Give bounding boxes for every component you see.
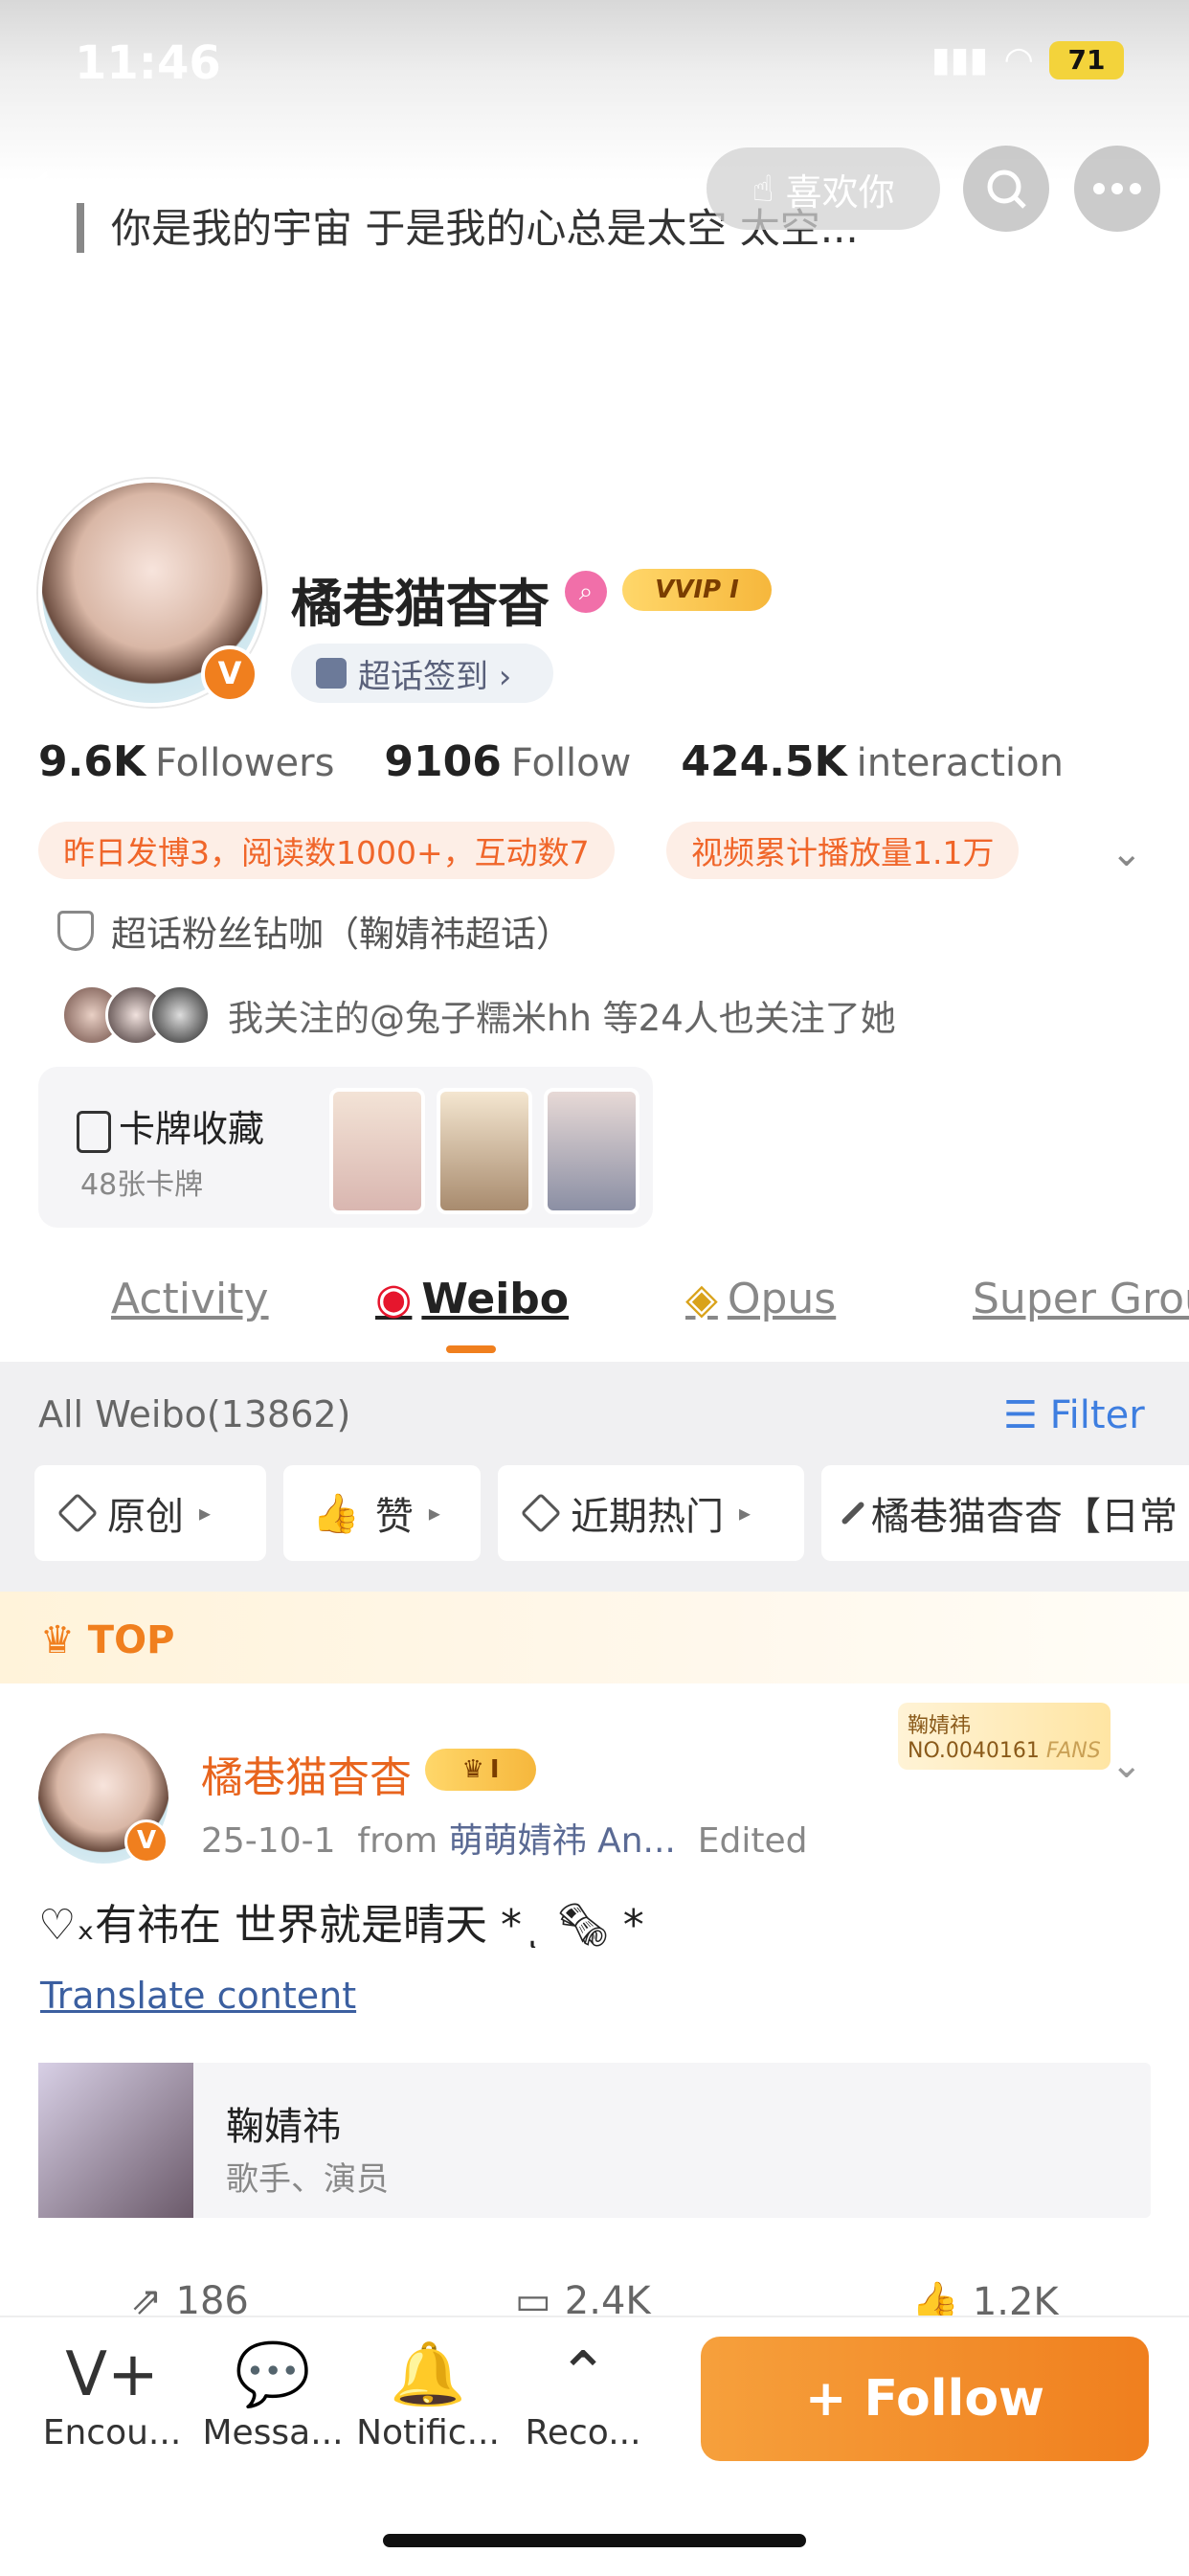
post-vip-badge: ♛ I [425, 1749, 536, 1791]
caret-icon: ▸ [199, 1500, 212, 1526]
message-icon: 💬 [235, 2339, 311, 2410]
fans-badge[interactable]: 鞠婧祎 NO.0040161 FANS [898, 1703, 1110, 1770]
battery-indicator: 71 [1049, 40, 1124, 79]
expand-chevron-icon[interactable]: ⌄ [1110, 831, 1143, 875]
filter-icon: ☰ [1003, 1393, 1050, 1437]
signal-icon: ▮▮▮ [931, 40, 989, 79]
caret-icon: ▸ [428, 1500, 440, 1526]
opus-icon: ◈ [685, 1275, 718, 1323]
status-time: 11:46 [75, 36, 221, 90]
checkin-label: 超话签到 › [358, 657, 512, 696]
card-collection-count: 48张卡牌 [80, 1168, 204, 1202]
vip-badge[interactable]: VVIP I [622, 569, 772, 611]
bell-icon: 🔔 [390, 2339, 466, 2410]
fan-level-row[interactable]: 超话粉丝钻咖（鞠婧祎超话） [57, 905, 572, 957]
activity-tag[interactable]: 昨日发博3，阅读数1000+，互动数7 [38, 822, 615, 879]
weibo-logo-icon: ◉ [375, 1275, 413, 1323]
shield-icon [57, 911, 94, 951]
topic-title: 鞠婧祎 [226, 2105, 341, 2149]
tab-super-group[interactable]: Super Grou [973, 1275, 1189, 1323]
post-text: ♡ₓ有祎在 世界就是晴天 *ͺ 🗞 * [38, 1901, 644, 1950]
follow-stat[interactable]: 9106 Follow [384, 737, 631, 786]
search-button[interactable] [963, 146, 1049, 232]
all-weibo-count: All Weibo(13862) [38, 1393, 351, 1435]
verified-badge: V [124, 1819, 168, 1864]
post-author[interactable]: 橘巷猫杳杳 [201, 1743, 412, 1804]
post-source[interactable]: 萌萌婧祎 An... [449, 1821, 676, 1861]
topic-subtitle: 歌手、演员 [226, 2160, 389, 2199]
caret-icon: ▸ [739, 1500, 752, 1526]
wifi-icon: ◠ [1005, 40, 1032, 79]
chip-daily[interactable]: 橘巷猫杳杳【日常 [821, 1465, 1189, 1561]
back-button[interactable]: ‹ [27, 148, 84, 215]
recommend-button[interactable]: ⌃ Reco... [502, 2337, 664, 2452]
quote-bar [77, 203, 84, 253]
translate-link[interactable]: Translate content [40, 1975, 356, 2017]
topic-image [38, 2063, 193, 2218]
profile-stats: 9.6K Followers 9106 Follow 424.5K interacti… [38, 737, 1064, 786]
follow-button[interactable]: + Follow [701, 2337, 1149, 2461]
chevron-up-circle-icon: ⌃ [557, 2339, 609, 2410]
card-thumbnail[interactable] [329, 1088, 425, 1214]
filter-button[interactable]: ☰ Filter [1003, 1393, 1145, 1437]
thumbs-up-icon: 👍 [312, 1491, 360, 1536]
notification-button[interactable]: 🔔 Notific... [347, 2337, 509, 2452]
tab-weibo[interactable]: ◉ Weibo [375, 1275, 569, 1323]
calendar-icon [316, 658, 347, 689]
more-button[interactable] [1074, 146, 1160, 232]
verified-badge: V [201, 645, 258, 703]
home-indicator [383, 2534, 806, 2547]
tab-opus[interactable]: ◈ Opus [685, 1275, 836, 1323]
post-meta: 25-10-1 from 萌萌婧祎 An... Edited [201, 1821, 808, 1861]
crown-icon: ♛ [40, 1618, 88, 1662]
followers-stat[interactable]: 9.6K Followers [38, 737, 334, 786]
referenced-topic-card[interactable] [38, 2063, 1151, 2218]
card-thumbnail[interactable] [544, 1088, 639, 1214]
like-label: 喜欢你 [785, 170, 895, 214]
more-icon [1093, 183, 1141, 194]
post-actions: ⇗ 186 ▭ 2.4K 👍 1.2K [0, 2279, 1189, 2324]
fan-level-text: 超话粉丝钻咖（鞠婧祎超话） [111, 914, 572, 955]
card-collection-title: 卡牌收藏 [77, 1099, 264, 1153]
super-topic-icon[interactable]: ⌕ [565, 571, 607, 613]
status-icons: ▮▮▮ ◠ 71 [931, 40, 1124, 79]
video-plays-tag[interactable]: 视频累计播放量1.1万 [666, 822, 1020, 879]
chip-recent-hot[interactable]: 近期热门 ▸ [498, 1465, 804, 1561]
encounter-icon: V+ [65, 2339, 159, 2410]
profile-name: 橘巷猫杳杳 [291, 574, 550, 634]
tab-activity[interactable]: Activity [111, 1275, 269, 1323]
layers-icon [56, 1492, 99, 1534]
interaction-stat[interactable]: 424.5K interaction [681, 737, 1064, 786]
like-button[interactable]: ☝ 喜欢你 [707, 147, 940, 230]
like-hand-icon: ☝ [752, 168, 774, 210]
top-label: ♛ TOP [40, 1618, 175, 1662]
card-thumbnail[interactable] [437, 1088, 532, 1214]
profile-tabs: Activity ◉ Weibo ◈ Opus Super Grou [0, 1269, 1189, 1365]
search-icon [987, 169, 1026, 209]
layers-icon [841, 1501, 865, 1525]
active-tab-indicator [446, 1345, 496, 1353]
top-post-band [0, 1592, 1189, 1683]
mutual-avatar [149, 984, 211, 1046]
card-icon [77, 1110, 111, 1153]
layers-icon [520, 1492, 562, 1534]
post-menu-chevron-icon[interactable]: ⌄ [1110, 1743, 1143, 1787]
checkin-button[interactable]: 超话签到 › [291, 644, 553, 703]
message-button[interactable]: 💬 Messa... [191, 2337, 354, 2452]
chip-liked[interactable]: 👍 赞 ▸ [283, 1465, 481, 1561]
chip-original[interactable]: 原创 ▸ [34, 1465, 266, 1561]
mutual-followers[interactable]: 我关注的@兔子糯米hh 等24人也关注了她 [61, 984, 896, 1046]
encounter-button[interactable]: V+ Encou... [31, 2337, 193, 2452]
mutual-text: 我关注的@兔子糯米hh 等24人也关注了她 [228, 998, 896, 1039]
